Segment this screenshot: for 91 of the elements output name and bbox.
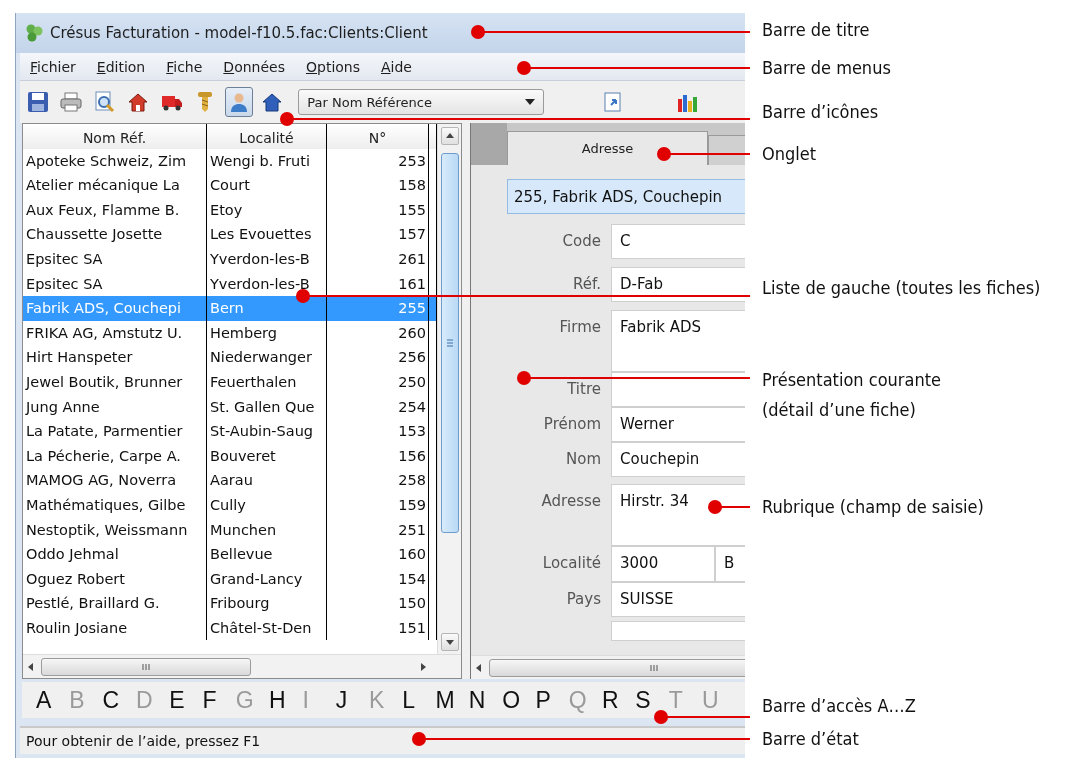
printer-icon <box>60 91 83 113</box>
grip-icon <box>445 338 454 348</box>
table-cell[interactable]: Aux Feux, Flamme B. <box>23 197 207 223</box>
house-icon <box>261 91 284 113</box>
table-cell[interactable]: Atelier mécanique La <box>23 173 207 198</box>
letter-link[interactable]: J <box>335 686 369 714</box>
grip-icon <box>649 663 659 672</box>
table-cell[interactable] <box>429 296 437 321</box>
tab[interactable]: Adresse <box>507 131 708 165</box>
table-cell[interactable]: Yverdon-les-B <box>207 246 327 272</box>
field-label: Code <box>561 231 602 252</box>
annotation-label: Barre de menus <box>762 56 891 80</box>
annotation-label: Présentation courante <box>762 368 941 392</box>
caret-icon <box>525 99 535 105</box>
page-magnifier-icon <box>93 91 116 113</box>
annotation-label: Barre de titre <box>762 18 870 42</box>
menu-item[interactable]: Fichier <box>20 58 87 75</box>
table-cell[interactable]: Apoteke Schweiz, Zim <box>23 148 207 174</box>
window-title: Crésus Facturation - model-f10.5.fac:Clients:Client <box>50 24 428 42</box>
menu-item[interactable]: Aide <box>371 58 423 75</box>
table-cell[interactable] <box>429 148 437 174</box>
letter-link[interactable]: E <box>169 686 203 714</box>
annotation-label: Barre d’état <box>762 727 859 751</box>
annotation-label: (détail d’une fiche) <box>762 398 916 422</box>
table-cell[interactable]: Cully <box>207 492 327 518</box>
vertical-scrollbar[interactable] <box>437 124 461 654</box>
horizontal-scrollbar[interactable] <box>471 655 745 679</box>
field-label: Réf. <box>572 274 602 295</box>
input-field[interactable]: Werner <box>611 407 745 442</box>
up-arrow-icon[interactable] <box>445 132 454 140</box>
field-label: Titre <box>566 379 602 400</box>
table-cell[interactable]: Oddo Jehmal <box>23 542 207 567</box>
letter-link[interactable]: A <box>36 686 70 714</box>
input-field[interactable]: Couchepin <box>611 442 745 477</box>
column-header[interactable]: Nom Réf. <box>23 124 207 152</box>
menu-item[interactable]: Options <box>295 58 371 75</box>
table-cell[interactable]: Châtel-St-Den <box>207 615 327 641</box>
field-label: Pays <box>565 589 602 610</box>
field-label: Adresse <box>540 491 602 512</box>
letter-link[interactable]: F <box>202 686 236 714</box>
field-label: Localité <box>541 553 602 574</box>
table-cell[interactable]: Aarau <box>207 468 327 493</box>
left-arrow-icon[interactable] <box>27 662 35 671</box>
input-field[interactable]: 3000 <box>611 546 715 582</box>
letter-link[interactable]: H <box>269 686 303 714</box>
annotation-label: Rubrique (champ de saisie) <box>762 495 984 519</box>
field-label: Prénom <box>542 414 602 435</box>
letter-link[interactable]: N <box>468 686 503 714</box>
house-icon <box>127 91 150 113</box>
annotation-label: Onglet <box>762 142 817 166</box>
column-header[interactable]: N° <box>327 124 429 152</box>
input-field[interactable]: D-Fab <box>611 267 745 302</box>
menu-item[interactable]: Données <box>213 58 296 75</box>
annotation-label: Barre d’icônes <box>762 100 879 124</box>
letter-link[interactable]: O <box>502 686 536 714</box>
sort-dropdown[interactable]: Par Nom Référence <box>298 89 544 115</box>
input-field[interactable]: Fabrik ADS <box>611 310 745 372</box>
annotation-label: Liste de gauche (toutes les fiches) <box>762 276 1041 300</box>
letter-link[interactable]: L <box>402 686 436 714</box>
table-cell[interactable]: Court <box>207 173 327 198</box>
field-label: Nom <box>565 449 602 470</box>
record-heading: 255, Fabrik ADS, Couchepin <box>507 179 745 214</box>
table-cell[interactable]: Chaussette Josette <box>23 222 207 247</box>
right-arrow-icon[interactable] <box>419 662 427 671</box>
input-field[interactable]: C <box>611 224 745 259</box>
table-cell[interactable]: Grand-Lancy <box>207 566 327 592</box>
down-arrow-icon[interactable] <box>445 638 454 646</box>
menu-item[interactable]: Edition <box>86 58 157 75</box>
letter-link[interactable]: S <box>635 686 669 714</box>
table-cell[interactable]: Jung Anne <box>23 394 207 420</box>
app-icon <box>24 23 44 43</box>
table-cell[interactable]: Oguez Robert <box>23 566 207 592</box>
input-field[interactable]: B <box>715 546 745 582</box>
input-field[interactable]: SUISSE <box>611 582 745 617</box>
letter-link[interactable]: R <box>602 686 636 714</box>
table-cell[interactable]: Wengi b. Fruti <box>207 148 327 174</box>
menu-item[interactable]: Fiche <box>156 58 214 75</box>
table-cell[interactable]: Jewel Boutik, Brunner <box>23 369 207 395</box>
field-label: Firme <box>558 317 602 338</box>
letter-link[interactable]: M <box>435 686 469 714</box>
input-field[interactable]: Hirstr. 34 <box>611 484 745 546</box>
letter-link[interactable]: C <box>102 686 136 714</box>
leader-line <box>708 500 751 514</box>
letter-link[interactable]: P <box>535 686 569 714</box>
annotation-label: Barre d’accès A…Z <box>762 694 916 718</box>
left-arrow-icon[interactable] <box>475 663 483 672</box>
column-header[interactable]: Localité <box>207 124 327 152</box>
grip-icon <box>141 662 151 671</box>
table-cell[interactable]: 253 <box>327 148 429 174</box>
status-text: Pour obtenir de l’aide, pressez F1 <box>26 733 261 749</box>
horizontal-scrollbar[interactable] <box>23 654 461 678</box>
